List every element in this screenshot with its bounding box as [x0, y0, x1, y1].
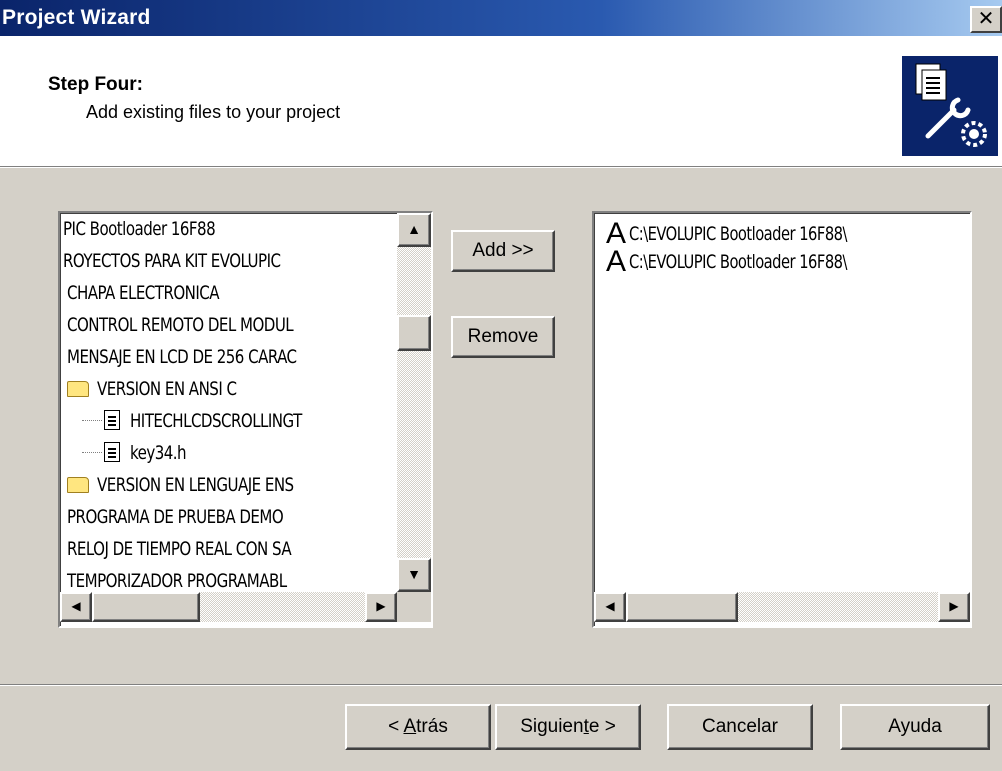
scroll-thumb[interactable]: [397, 315, 431, 351]
font-file-icon: A: [606, 245, 626, 278]
tree-item-file[interactable]: HITECHLCDSCROLLINGT: [82, 410, 325, 432]
tree-item-file[interactable]: key34.h: [82, 442, 194, 464]
header-divider: [0, 166, 1002, 168]
down-arrow-icon: ▼: [407, 566, 421, 582]
tree-item-folder[interactable]: VERSION EN LENGUAJE ENS: [67, 474, 320, 496]
document-icon: [104, 410, 120, 430]
scroll-left-button[interactable]: ◀: [60, 592, 92, 622]
tree-item[interactable]: PIC Bootloader 16F88: [63, 218, 236, 240]
wizard-header: Step Four: Add existing files to your pr…: [0, 36, 1002, 166]
folder-icon: [67, 477, 89, 493]
scroll-up-button[interactable]: ▲: [397, 213, 431, 247]
scroll-down-button[interactable]: ▼: [397, 558, 431, 592]
next-button[interactable]: Siguiente >: [495, 704, 641, 750]
step-subtitle: Add existing files to your project: [86, 102, 341, 122]
cancel-button[interactable]: Cancelar: [667, 704, 813, 750]
project-files-list[interactable]: A C:\EVOLUPIC Bootloader 16F88\ A C:\EVOLU…: [592, 211, 972, 628]
list-item[interactable]: A C:\EVOLUPIC Bootloader 16F88\: [606, 245, 883, 279]
right-arrow-icon: ▶: [376, 599, 386, 613]
scroll-thumb[interactable]: [92, 592, 200, 622]
document-icon: [104, 442, 120, 462]
wizard-icon: [902, 56, 998, 156]
tree-item[interactable]: RELOJ DE TIEMPO REAL CON SA: [67, 538, 322, 560]
tree-item[interactable]: MENSAJE EN LCD DE 256 CARAC: [67, 346, 328, 368]
tree-item[interactable]: TEMPORIZADOR PROGRAMABL: [67, 570, 317, 592]
back-button[interactable]: < Atrás: [345, 704, 491, 750]
tree-item[interactable]: ROYECTOS PARA KIT EVOLUPIC: [63, 250, 310, 272]
title-bar: Project Wizard ✕: [0, 0, 1002, 36]
scroll-left-button[interactable]: ◀: [594, 592, 626, 622]
remove-button[interactable]: Remove: [451, 316, 555, 358]
tree-item[interactable]: PROGRAMA DE PRUEBA DEMO: [67, 506, 313, 528]
tree-item[interactable]: CHAPA ELECTRONICA: [67, 282, 240, 304]
tree-item-folder[interactable]: VERSION EN ANSI C: [67, 378, 255, 400]
folder-icon: [67, 381, 89, 397]
scroll-thumb[interactable]: [626, 592, 738, 622]
up-arrow-icon: ▲: [407, 221, 421, 237]
close-button[interactable]: ✕: [970, 6, 1002, 33]
window-title: Project Wizard: [2, 6, 151, 29]
help-button[interactable]: Ayuda: [840, 704, 990, 750]
close-icon: ✕: [977, 8, 995, 30]
scroll-right-button[interactable]: ▶: [938, 592, 970, 622]
tree-item[interactable]: CONTROL REMOTO DEL MODUL: [67, 314, 324, 336]
available-files-tree[interactable]: PIC Bootloader 16F88 ROYECTOS PARA KIT E…: [58, 211, 433, 628]
right-arrow-icon: ▶: [949, 599, 959, 613]
horizontal-scrollbar[interactable]: ◀ ▶: [60, 592, 397, 622]
step-title: Step Four:: [48, 74, 143, 95]
vertical-scrollbar[interactable]: ▲ ▼: [397, 213, 431, 592]
left-arrow-icon: ◀: [605, 599, 615, 613]
scroll-right-button[interactable]: ▶: [365, 592, 397, 622]
left-arrow-icon: ◀: [71, 599, 81, 613]
footer-divider: [0, 684, 1002, 686]
add-button[interactable]: Add >>: [451, 230, 555, 272]
horizontal-scrollbar[interactable]: ◀ ▶: [594, 592, 970, 622]
